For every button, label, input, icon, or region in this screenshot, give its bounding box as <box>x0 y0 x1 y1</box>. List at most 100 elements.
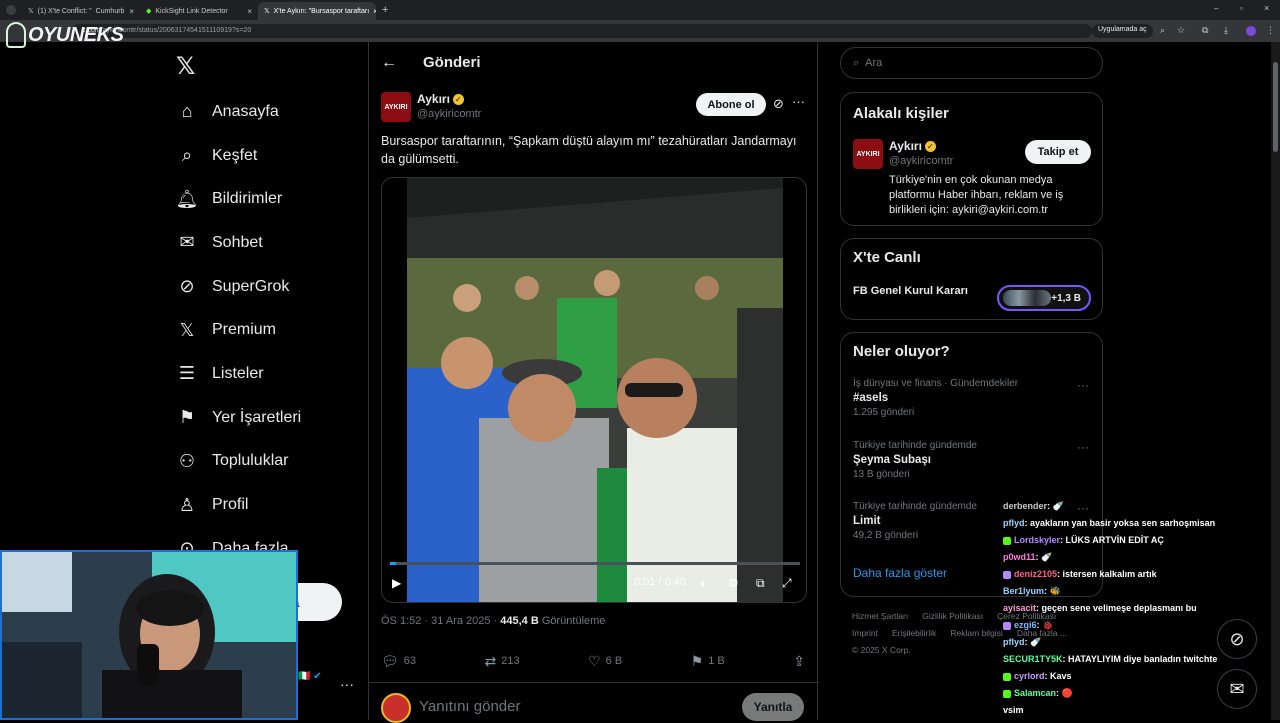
video-time: 0:01 / 0:40 <box>634 576 686 588</box>
tab-search-icon[interactable] <box>6 5 16 15</box>
reply-action[interactable]: 💬︎ 63 <box>381 653 416 670</box>
nav-item-lists[interactable]: ☰ Listeler <box>176 352 301 396</box>
downloads-icon[interactable]: ⤓ <box>1224 25 1228 36</box>
live-topic[interactable]: FB Genel Kurul Kararı <box>853 285 968 297</box>
video-progress-bar[interactable] <box>390 562 800 565</box>
tab-close-icon[interactable]: × <box>247 7 252 16</box>
chat-username[interactable]: Lordskyler <box>1014 535 1060 545</box>
live-title: X'te Canlı <box>853 249 921 266</box>
follow-button[interactable]: Takip et <box>1025 140 1091 164</box>
footer-link[interactable]: Hizmet Şartları <box>852 611 908 621</box>
live-listeners-pill[interactable]: +1,3 B <box>997 285 1091 311</box>
trend-more-icon[interactable]: ··· <box>1077 440 1089 454</box>
reply-button[interactable]: Yanıtla <box>742 693 804 721</box>
chat-username[interactable]: Salamcan <box>1014 688 1056 698</box>
related-avatar[interactable]: AYKIRI <box>853 139 883 169</box>
author-name[interactable]: Aykırı ✓ <box>417 92 464 106</box>
chat-username[interactable]: ezgi6 <box>1014 620 1037 630</box>
trend-more-icon[interactable]: ··· <box>1077 378 1089 392</box>
nav-item-notifications[interactable]: 🔔︎ Bildirimler <box>176 177 301 221</box>
zoom-icon[interactable]: ⌕ <box>1160 25 1165 36</box>
picture-in-picture-icon[interactable]: ⧉ <box>756 576 765 591</box>
nav-item-premium[interactable]: 𝕏 Premium <box>176 308 301 352</box>
trend-item[interactable]: Türkiye tarihinde gündemde Şeyma Subaşı … <box>853 440 1093 480</box>
chat-badge-icon <box>1003 536 1011 545</box>
profile-avatar-icon[interactable] <box>1246 26 1256 36</box>
open-in-app-button[interactable]: Uygulamada aç <box>1092 24 1153 38</box>
new-tab-icon[interactable]: + <box>382 4 388 16</box>
browser-tab-3[interactable]: 𝕏 X'te Aykırı: "Bursaspor taraftarı × <box>258 2 376 20</box>
menu-dots-icon[interactable]: ⋮ <box>1266 25 1275 36</box>
browser-tab-1[interactable]: 𝕏 (1) X'te Conflict: " Cumhurb × <box>22 2 140 20</box>
bookmark-action[interactable]: ⚑ 1 B <box>691 653 725 670</box>
nav-item-home[interactable]: ⌂ Anasayfa <box>176 90 301 134</box>
star-icon[interactable]: ☆ <box>1177 25 1185 36</box>
chat-username[interactable]: pflyd <box>1003 637 1025 647</box>
chat-username[interactable]: ayisacit <box>1003 603 1036 613</box>
nav-item-communities[interactable]: ⚇ Topluluklar <box>176 440 301 484</box>
maximize-icon[interactable]: ▫ <box>1240 4 1243 13</box>
nav-item-explore[interactable]: ⌕ Keşfet <box>176 134 301 178</box>
listener-avatars <box>1003 290 1051 306</box>
chat-username[interactable]: cyrlord <box>1014 671 1045 681</box>
share-action[interactable]: ⇪ <box>793 653 805 670</box>
main-column: ← Gönderi AYKIRI Aykırı ✓ @aykiricomtr Ab… <box>368 42 819 723</box>
chat-username[interactable]: deniz2105 <box>1014 569 1057 579</box>
chat-text: : 🐞 <box>1036 620 1054 630</box>
repost-action[interactable]: ⇄ 213 <box>485 653 520 670</box>
video-player[interactable]: ▶ 0:01 / 0:40 🔈︎ ⚙ ⧉ ⤢ <box>381 177 807 603</box>
back-arrow-icon[interactable]: ← <box>381 54 397 72</box>
footer-link[interactable]: Reklam bilgisi <box>950 628 1002 638</box>
nav-item-chat[interactable]: ✉ Sohbet <box>176 221 301 265</box>
messages-fab-icon[interactable]: ✉ <box>1217 669 1257 709</box>
chat-username[interactable]: pflyd <box>1003 518 1025 528</box>
extensions-icon[interactable]: ⧉ <box>1202 25 1208 36</box>
reply-input[interactable]: Yanıtını gönder <box>419 698 520 715</box>
url-field[interactable]: x.com/aykiricomtr/status/200631745415111… <box>72 24 1092 38</box>
trend-item[interactable]: İş dünyası ve finans · Gündemdekiler #as… <box>853 378 1093 418</box>
tab-close-icon[interactable]: × <box>129 7 134 16</box>
volume-icon[interactable]: 🔈︎ <box>700 576 707 591</box>
settings-gear-icon[interactable]: ⚙ <box>728 576 739 590</box>
chat-username[interactable]: SECUR1TY5K <box>1003 654 1063 664</box>
nav-item-profile[interactable]: ♙ Profil <box>176 483 301 527</box>
search-input[interactable]: ⌕ Ara <box>840 47 1103 79</box>
minimize-icon[interactable]: – <box>1214 4 1218 13</box>
chat-message: ayisacit: geçen sene velimeşe deplasmanı… <box>1003 600 1243 617</box>
related-name[interactable]: Aykırı ✓ <box>889 139 936 153</box>
scrollbar-thumb[interactable] <box>1273 62 1278 152</box>
chat-username[interactable]: vsim <box>1003 705 1024 715</box>
x-logo-icon[interactable]: 𝕏 <box>176 52 195 81</box>
like-action[interactable]: ♡ 6 B <box>588 653 622 670</box>
chat-username[interactable]: p0wd11 <box>1003 552 1036 562</box>
grok-fab-icon[interactable]: ⊘ <box>1217 619 1257 659</box>
footer-link[interactable]: Erişilebilirlik <box>892 628 936 638</box>
window-close-icon[interactable]: × <box>1264 3 1269 13</box>
grok-icon[interactable]: ⊘ <box>773 96 784 112</box>
page-scrollbar[interactable] <box>1271 42 1280 720</box>
reply-composer: Yanıtını gönder Yanıtla <box>369 682 819 723</box>
author-avatar[interactable]: AYKIRI <box>381 92 411 122</box>
show-more-link[interactable]: Daha fazla göster <box>853 566 947 580</box>
trends-title: Neler oluyor? <box>853 343 950 360</box>
tab-close-icon[interactable]: × <box>373 7 376 16</box>
play-icon[interactable]: ▶ <box>392 576 401 590</box>
nav-item-bookmarks[interactable]: ⚑ Yer İşaretleri <box>176 396 301 440</box>
related-handle[interactable]: @aykiricomtr <box>889 155 953 167</box>
verified-badge-icon: ✓ <box>924 141 936 153</box>
account-menu-icon[interactable]: ··· <box>340 676 354 692</box>
chat-username[interactable]: derbender <box>1003 501 1047 511</box>
chat-message: deniz2105: istersen kalkalım artık <box>1003 566 1243 583</box>
browser-tab-2[interactable]: ◆ KickSight Link Detector × <box>140 2 258 20</box>
webcam-overlay <box>0 550 298 720</box>
post-meta: ÖS 1:52 · 31 Ara 2025 · 445,4 B Görüntül… <box>381 615 606 627</box>
chat-username[interactable]: Ber1lyum <box>1003 586 1044 596</box>
footer-link[interactable]: Gizlilik Politikası <box>922 611 983 621</box>
footer-link[interactable]: Imprint <box>852 628 878 638</box>
author-handle[interactable]: @aykiricomtr <box>417 108 481 120</box>
nav-item-supergrok[interactable]: ⊘ SuperGrok <box>176 265 301 309</box>
fullscreen-icon[interactable]: ⤢ <box>782 576 792 591</box>
more-options-icon[interactable]: ··· <box>792 94 805 109</box>
home-icon: ⌂ <box>181 101 193 122</box>
subscribe-button[interactable]: Abone ol <box>696 93 766 116</box>
